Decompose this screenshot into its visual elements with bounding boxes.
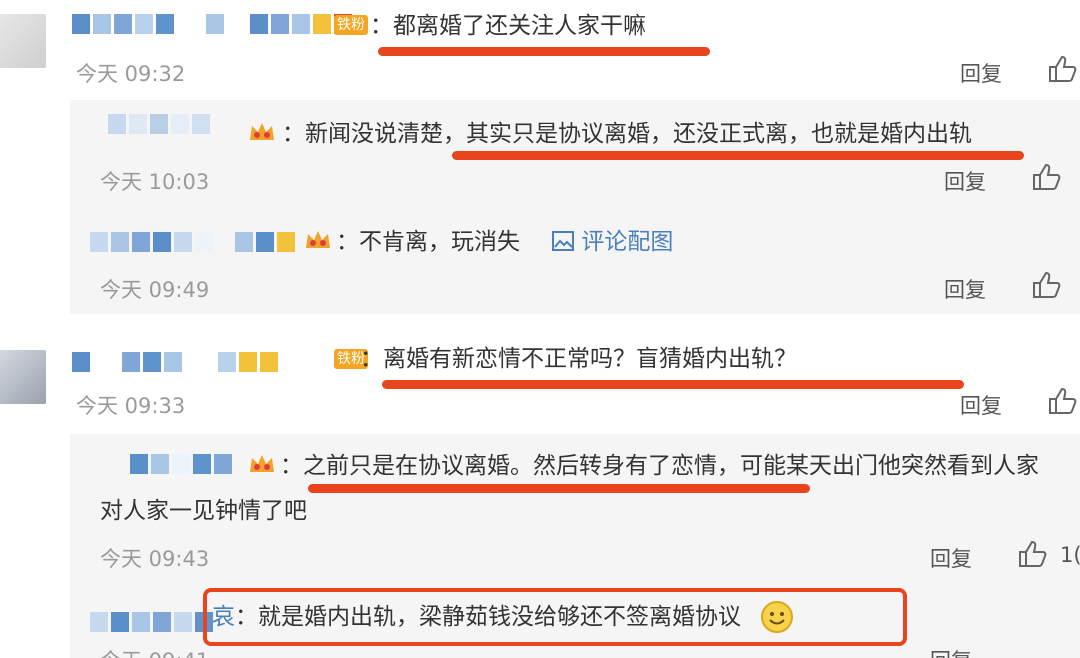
thumbs-up-icon[interactable] (1032, 271, 1062, 299)
username-blurred[interactable] (108, 114, 210, 134)
username-blurred[interactable] (72, 14, 352, 34)
thumbs-up-icon[interactable] (1032, 163, 1062, 191)
reply-button[interactable]: 回复 (944, 274, 986, 304)
red-underline (382, 380, 964, 389)
comment-text: 哀：就是婚内出轨，梁静茹钱没给够还不签离婚协议 (212, 604, 741, 630)
username-blurred[interactable] (90, 232, 295, 252)
image-link[interactable]: 评论配图 (552, 227, 673, 257)
image-icon (552, 231, 574, 251)
avatar[interactable] (0, 350, 46, 404)
comment-text: ：都离婚了还关注人家干嘛 (370, 13, 646, 39)
crown-badge-icon (250, 123, 274, 140)
username-blurred[interactable] (72, 352, 278, 372)
red-underline (378, 47, 710, 56)
fan-badge: 铁粉 (334, 15, 368, 35)
crown-badge-icon (306, 231, 330, 248)
comment-time: 今天 10:03 (100, 170, 210, 194)
reply-button[interactable]: 回复 (944, 166, 986, 196)
comment-text-line1: ：之前只是在协议离婚。然后转身有了恋情，可能某天出门他突然看到人家 (280, 453, 1039, 479)
username-blurred[interactable] (90, 612, 213, 632)
crown-badge-icon (250, 455, 274, 472)
username-fragment[interactable]: 哀 (212, 604, 235, 630)
thumbs-up-icon[interactable] (1018, 540, 1048, 568)
comment-time: 今天 09:33 (76, 394, 186, 418)
thumbs-up-icon[interactable] (1048, 387, 1078, 415)
reply-button[interactable]: 回复 (930, 543, 972, 573)
smile-emoji-icon (761, 601, 793, 633)
like-count: 1( (1060, 543, 1080, 567)
reply-button[interactable]: 回复 (960, 58, 1002, 88)
red-underline (452, 151, 1024, 160)
username-blurred[interactable] (130, 454, 232, 474)
comment-time: 今天 09:49 (100, 278, 210, 302)
comment-time: 今天 09:32 (76, 62, 186, 86)
comment-text: ：不肯离，玩消失 (336, 229, 520, 255)
reply-button[interactable]: 回复 (960, 390, 1002, 420)
comment-time: 今天 09:41 (100, 645, 209, 658)
thumbs-up-icon[interactable] (1048, 55, 1078, 83)
red-underline (308, 484, 810, 493)
comment-text: ：新闻没说清楚，其实只是协议离婚，还没正式离，也就是婚内出轨 (282, 121, 972, 147)
comment-time: 今天 09:43 (100, 547, 210, 571)
comment-text: ：离婚有新恋情不正常吗？盲猜婚内出轨？ (360, 346, 797, 372)
comment-text-line2: 对人家一见钟情了吧 (100, 498, 307, 524)
reply-button[interactable]: 回复 (930, 645, 972, 658)
avatar[interactable] (0, 14, 46, 68)
